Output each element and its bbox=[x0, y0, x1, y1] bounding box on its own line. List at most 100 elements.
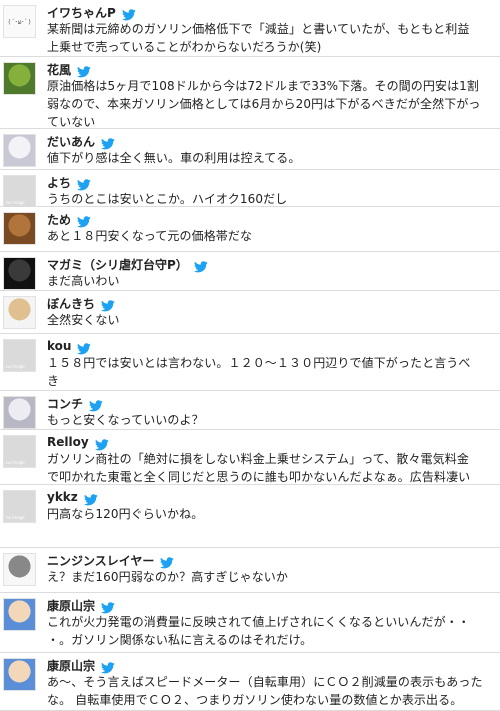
tweet-header: 康原山宗 bbox=[47, 597, 115, 614]
tweet-text: 原油価格は5ヶ月で108ドルから今は72ドルまで33%下落。その間の円安は1割弱… bbox=[47, 77, 497, 131]
twitter-bird-icon[interactable] bbox=[83, 491, 98, 506]
twitter-bird-icon[interactable] bbox=[77, 176, 91, 191]
twitter-bird-icon[interactable] bbox=[101, 599, 115, 614]
user-name[interactable]: ため bbox=[47, 211, 71, 228]
tweet-text-line: これが火力発電の消費量に反映されて値上げされにくくなるといいんだが・・ bbox=[47, 615, 470, 629]
plant-photo-avatar[interactable] bbox=[3, 62, 36, 95]
tweet-item[interactable]: ニンジンスレイヤー え？まだ160円弱なのか？高すぎじゃないか bbox=[0, 548, 500, 593]
tweet-text: 円高なら120円ぐらいかね。 bbox=[47, 505, 497, 523]
user-name[interactable]: マガミ（シリ虐灯台守P） bbox=[47, 256, 188, 273]
tweet-text: 某新聞は元締めのガソリン価格低下で「減益」と書いていたが、もともと利益 上乗せで売… bbox=[47, 20, 497, 56]
tweet-text: え？まだ160円弱なのか？高すぎじゃないか bbox=[47, 568, 497, 586]
tweet-text: あと１８円安くなって元の価格帯だな bbox=[47, 227, 497, 245]
tweet-text-line: 値下がり感は全く無い。車の利用は控えてる。 bbox=[47, 151, 301, 165]
twitter-bird-icon[interactable] bbox=[193, 258, 208, 273]
tweet-item[interactable]: no image Relloy ガソリン商社の「絶対に損をしない料金上乗せシステム」… bbox=[0, 430, 500, 502]
tweet-text-line: １５８円では安いとは言わない。１２０～１３０円辺りで値下がったと言うべ bbox=[47, 356, 471, 370]
user-name[interactable]: ニンジンスレイヤー bbox=[47, 552, 154, 569]
tweet-header: イワちゃんP bbox=[47, 4, 136, 21]
tweet-item[interactable]: 花風 原油価格は5ヶ月で108ドルから今は72ドルまで33%下落。その間の円安は1… bbox=[0, 57, 500, 129]
user-name[interactable]: ykkz bbox=[47, 490, 78, 504]
twitter-bird-icon[interactable] bbox=[77, 340, 92, 355]
tweet-item[interactable]: ぼんきち 全然安くない bbox=[0, 291, 500, 334]
tweet-item[interactable]: コンチ もっと安くなっていいのよ？ bbox=[0, 391, 500, 430]
tweet-header: ニンジンスレイヤー bbox=[47, 552, 175, 569]
tweet-text-line: き bbox=[47, 374, 60, 388]
no-image-label: no image bbox=[6, 364, 25, 369]
twitter-bird-icon[interactable] bbox=[89, 397, 103, 412]
tweet-text: うちのとこは安いとこか。ハイオク160だし bbox=[47, 190, 497, 208]
tweet-item[interactable]: 康原山宗 これが火力発電の消費量に反映されて値上げされにくくなるといいんだが・・・… bbox=[0, 593, 500, 653]
tweet-item[interactable]: ため あと１８円安くなって元の価格帯だな bbox=[0, 207, 500, 252]
tweet-header: 花風 bbox=[47, 61, 91, 78]
no-image-label: no image bbox=[6, 515, 25, 520]
tweet-text-line: な。 自転車使用でＣＯ２、つまりガソリン使わない量の数値とか表示出る。 bbox=[47, 693, 463, 707]
tweet-header: よち bbox=[47, 174, 91, 191]
tweet-text-line: 上乗せで売っていることがわからないだろうか(笑) bbox=[47, 40, 322, 54]
tweet-header: コンチ bbox=[47, 395, 103, 412]
tweet-text-line: 全然安くない bbox=[47, 313, 120, 327]
tweet-header: Relloy bbox=[47, 434, 109, 451]
no-image-avatar[interactable]: no image bbox=[3, 175, 36, 208]
anime-character-avatar[interactable] bbox=[3, 396, 36, 429]
tweet-item[interactable]: no image kou １５８円では安いとは言わない。１２０～１３０円辺りで値下が… bbox=[0, 334, 500, 391]
ascii-face-label: (´･ω･`) bbox=[7, 19, 32, 26]
bear-mascot-avatar[interactable] bbox=[3, 212, 36, 245]
tweet-header: ため bbox=[47, 211, 91, 228]
twitter-bird-icon[interactable] bbox=[101, 297, 115, 312]
tweet-text-line: まだ高いわい bbox=[47, 274, 120, 288]
tweet-item[interactable]: 康原山宗 あ～、そう言えばスピードメーター（自転車用）にＣＯ２削減量の表示もあった… bbox=[0, 653, 500, 711]
no-image-avatar[interactable]: no image bbox=[3, 490, 36, 523]
twitter-bird-icon[interactable] bbox=[160, 554, 175, 569]
tweet-text-line: ガソリン商社の「絶対に損をしない料金上乗せシステム」って、散々電気料金 bbox=[47, 452, 469, 466]
black-cap-avatar[interactable] bbox=[3, 257, 36, 290]
tweet-text-line: 円高なら120円ぐらいかね。 bbox=[47, 507, 204, 521]
blue-hair-character-avatar[interactable] bbox=[3, 658, 36, 691]
tweet-text-line: で叩かれた東電と全く同じだと思うのに誰も叩かないんだよなぁ。広告料凄い bbox=[47, 470, 471, 484]
tweet-text: これが火力発電の消費量に反映されて値上げされにくくなるといいんだが・・ ・。ガソリ… bbox=[47, 613, 497, 649]
user-name[interactable]: ぼんきち bbox=[47, 295, 95, 312]
tweet-item[interactable]: no image よち うちのとこは安いとこか。ハイオク160だし bbox=[0, 170, 500, 208]
blue-hair-character-avatar[interactable] bbox=[3, 598, 36, 631]
tweet-item[interactable]: マガミ（シリ虐灯台守P） まだ高いわい bbox=[0, 252, 500, 291]
user-name[interactable]: kou bbox=[47, 339, 71, 353]
tweet-text-line: え？まだ160円弱なのか？高すぎじゃないか bbox=[47, 570, 289, 584]
tweet-text: 全然安くない bbox=[47, 311, 497, 329]
ascii-face-avatar[interactable]: (´･ω･`) bbox=[3, 5, 36, 38]
no-image-avatar[interactable]: no image bbox=[3, 339, 36, 372]
twitter-bird-icon[interactable] bbox=[77, 213, 91, 228]
user-name[interactable]: イワちゃんP bbox=[47, 4, 116, 21]
tweet-header: 康原山宗 bbox=[47, 657, 115, 674]
twitter-bird-icon[interactable] bbox=[77, 63, 91, 78]
user-name[interactable]: 康原山宗 bbox=[47, 657, 95, 674]
user-name[interactable]: Relloy bbox=[47, 435, 89, 449]
tweet-item[interactable]: no image ykkz 円高なら120円ぐらいかね。 bbox=[0, 485, 500, 548]
tweet-text: もっと安くなっていいのよ？ bbox=[47, 411, 497, 429]
tweet-item[interactable]: (´･ω･`) イワちゃんP 某新聞は元締めのガソリン価格低下で「減益」と書いていた… bbox=[0, 0, 500, 57]
tweet-text-line: 弱なので、本来ガソリン価格としては6月から20円は下がるべきだが全然下がっ bbox=[47, 97, 481, 111]
tweet-text-line: もっと安くなっていいのよ？ bbox=[47, 413, 204, 427]
user-name[interactable]: だいあん bbox=[47, 133, 95, 150]
anime-character-avatar[interactable] bbox=[3, 134, 36, 167]
sketch-drawing-avatar[interactable] bbox=[3, 553, 36, 586]
tweet-text-line: あと１８円安くなって元の価格帯だな bbox=[47, 229, 253, 243]
tweet-text: １５８円では安いとは言わない。１２０～１３０円辺りで値下がったと言うべき bbox=[47, 354, 497, 390]
tweet-header: マガミ（シリ虐灯台守P） bbox=[47, 256, 208, 273]
tweet-text-line: 原油価格は5ヶ月で108ドルから今は72ドルまで33%下落。その間の円安は1割 bbox=[47, 79, 480, 93]
twitter-bird-icon[interactable] bbox=[121, 6, 136, 21]
no-image-label: no image bbox=[6, 460, 25, 465]
twitter-bird-icon[interactable] bbox=[101, 135, 115, 150]
user-name[interactable]: コンチ bbox=[47, 395, 83, 412]
no-image-avatar[interactable]: no image bbox=[3, 435, 36, 468]
user-name[interactable]: よち bbox=[47, 174, 71, 191]
tweet-header: ぼんきち bbox=[47, 295, 115, 312]
twitter-bird-icon[interactable] bbox=[101, 659, 115, 674]
tweet-text-line: うちのとこは安いとこか。ハイオク160だし bbox=[47, 192, 288, 206]
user-name[interactable]: 康原山宗 bbox=[47, 597, 95, 614]
user-name[interactable]: 花風 bbox=[47, 61, 71, 78]
character-drawing-avatar[interactable] bbox=[3, 296, 36, 329]
twitter-bird-icon[interactable] bbox=[94, 436, 109, 451]
tweet-text-line: あ～、そう言えばスピードメーター（自転車用）にＣＯ２削減量の表示もあった bbox=[47, 675, 483, 689]
tweet-text-line: 某新聞は元締めのガソリン価格低下で「減益」と書いていたが、もともと利益 bbox=[47, 22, 470, 36]
tweet-item[interactable]: だいあん 値下がり感は全く無い。車の利用は控えてる。 bbox=[0, 129, 500, 170]
